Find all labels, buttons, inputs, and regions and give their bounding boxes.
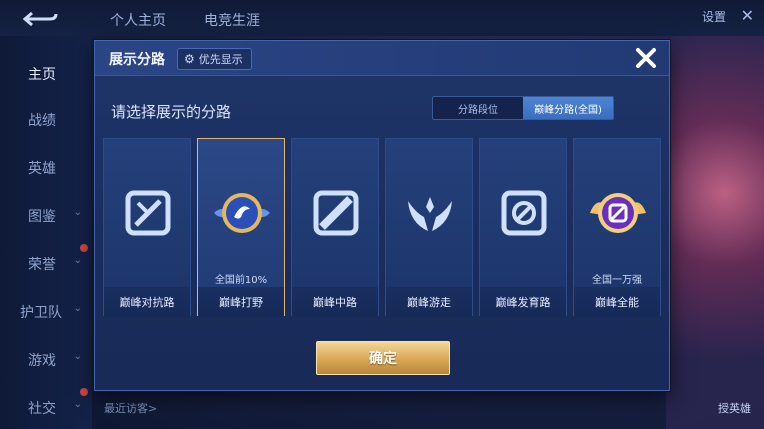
dialog-subtitle: 请选择展示的分路: [111, 103, 232, 121]
lane-card-mid[interactable]: 巅峰中路: [291, 138, 379, 317]
chevron-down-icon: ⌄: [73, 399, 82, 410]
lane-label: 巅峰发育路: [495, 296, 551, 309]
priority-display-button[interactable]: ⚙ 优先显示: [177, 48, 252, 70]
sidebar-item-game[interactable]: 游戏 ⌄: [0, 350, 92, 370]
lane-card-roam[interactable]: 巅峰游走: [385, 138, 473, 317]
lane-label: 巅峰对抗路: [119, 296, 175, 309]
lane-card-allround[interactable]: 全国一万强 巅峰全能: [573, 138, 661, 317]
sidebar-item-honor[interactable]: 荣誉 ⌄: [0, 254, 92, 274]
lane-card-top[interactable]: 巅峰对抗路: [103, 138, 191, 317]
tab-esports[interactable]: 电竞生涯: [204, 10, 260, 30]
lane-label: 巅峰中路: [313, 296, 357, 309]
tab-profile[interactable]: 个人主页: [110, 10, 166, 30]
sidebar-item-guard[interactable]: 护卫队 ⌄: [0, 302, 92, 322]
chevron-down-icon: ⌄: [73, 303, 82, 314]
rank-text: 全国一万强: [592, 275, 642, 286]
sidebar-item-label: 荣誉: [28, 257, 56, 273]
lane-label: 巅峰全能: [595, 296, 639, 309]
close-button[interactable]: [631, 43, 661, 73]
sidebar-item-heroes[interactable]: 英雄: [0, 158, 92, 178]
rank-text: 全国前10%: [214, 275, 268, 286]
lane-label: 巅峰打野: [219, 296, 263, 309]
target-icon: [501, 190, 547, 236]
sidebar-item-social[interactable]: 社交 ⌄: [0, 398, 92, 418]
allround-badge-icon: [590, 193, 646, 233]
sidebar-item-label: 社交: [28, 401, 56, 417]
notification-dot: [80, 388, 88, 396]
close-icon: [636, 48, 656, 68]
lane-card-jungle[interactable]: 全国前10% 巅峰打野: [197, 138, 285, 317]
hero-artwork: [666, 36, 764, 429]
sidebar-item-label: 游戏: [28, 353, 56, 369]
chevron-down-icon: ⌄: [73, 351, 82, 362]
recent-visitors-link[interactable]: 最近访客>: [104, 400, 157, 416]
lane-display-dialog: 展示分路 ⚙ 优先显示 请选择展示的分路 分路段位 巅峰分路(全国) 巅峰对抗路: [94, 40, 670, 391]
priority-label: 优先显示: [198, 53, 243, 66]
jungle-badge-icon: [214, 193, 270, 233]
wings-icon: [408, 197, 452, 231]
back-arrow-icon[interactable]: [20, 8, 60, 30]
mid-lane-icon: [313, 190, 359, 236]
tab-lane-rank[interactable]: 分路段位: [433, 97, 523, 119]
confirm-button[interactable]: 确定: [316, 341, 450, 375]
settings-button[interactable]: 设置: [702, 8, 726, 25]
page-close-icon[interactable]: ✕: [741, 6, 754, 25]
notification-dot: [80, 244, 88, 252]
sword-shield-icon: [125, 190, 171, 236]
chevron-down-icon: ⌄: [73, 255, 82, 266]
lane-label: 巅峰游走: [407, 296, 451, 309]
sidebar-item-label: 护卫队: [20, 305, 62, 321]
sidebar: 主页 战绩 英雄 图鉴 ⌄ 荣誉 ⌄ 护卫队 ⌄ 游戏 ⌄ 社交 ⌄: [0, 36, 92, 429]
tab-peak-lane-national[interactable]: 巅峰分路(全国): [523, 97, 613, 119]
sidebar-item-home[interactable]: 主页: [0, 64, 92, 84]
dialog-title: 展示分路: [109, 52, 165, 68]
lane-card-bottom[interactable]: 巅峰发育路: [479, 138, 567, 317]
sidebar-item-label: 图鉴: [28, 209, 56, 225]
chevron-down-icon: ⌄: [73, 207, 82, 218]
sidebar-item-gallery[interactable]: 图鉴 ⌄: [0, 206, 92, 226]
lane-mode-toggle: 分路段位 巅峰分路(全国): [432, 96, 614, 120]
sidebar-item-record[interactable]: 战绩: [0, 110, 92, 130]
gear-icon: ⚙: [184, 52, 195, 66]
dialog-header: 展示分路 ⚙ 优先显示: [95, 41, 669, 76]
hero-caption: 授英雄: [718, 402, 751, 415]
